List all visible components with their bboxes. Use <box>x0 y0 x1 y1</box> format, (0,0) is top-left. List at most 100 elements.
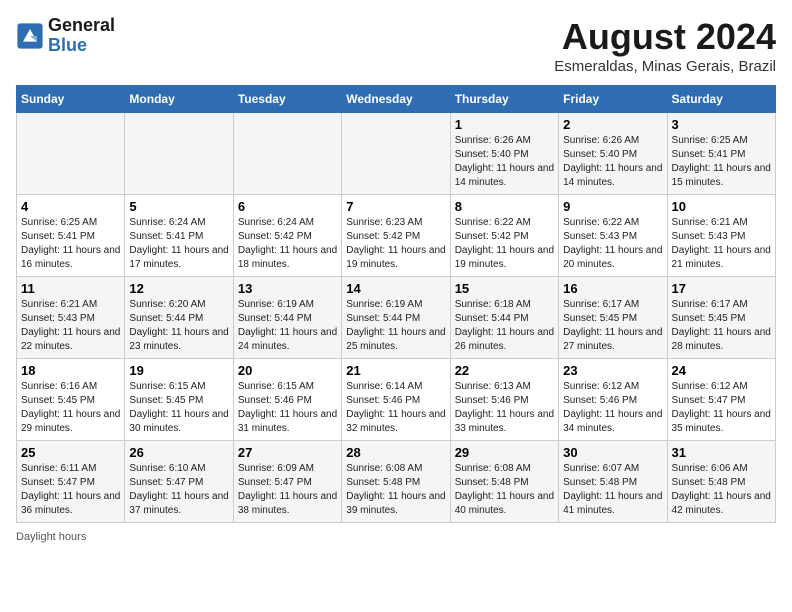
calendar-cell: 22 Sunrise: 6:13 AMSunset: 5:46 PMDayligh… <box>450 359 558 441</box>
day-info: Sunrise: 6:24 AMSunset: 5:41 PMDaylight:… <box>129 216 228 272</box>
day-number: 9 <box>563 199 662 214</box>
header-cell-saturday: Saturday <box>667 86 775 113</box>
calendar-cell <box>17 113 125 195</box>
calendar-cell: 8 Sunrise: 6:22 AMSunset: 5:42 PMDaylight… <box>450 195 558 277</box>
header-row: SundayMondayTuesdayWednesdayThursdayFrid… <box>17 86 776 113</box>
header-cell-tuesday: Tuesday <box>233 86 341 113</box>
calendar-cell: 30Sunrise: 6:07 AMSunset: 5:48 PMDayligh… <box>559 441 667 523</box>
calendar-cell: 24 Sunrise: 6:12 AMSunset: 5:47 PMDayligh… <box>667 359 775 441</box>
calendar-cell: 21 Sunrise: 6:14 AMSunset: 5:46 PMDayligh… <box>342 359 450 441</box>
day-number: 31 <box>672 445 771 460</box>
calendar-cell: 15 Sunrise: 6:18 AMSunset: 5:44 PMDayligh… <box>450 277 558 359</box>
calendar-cell: 19Sunrise: 6:15 AMSunset: 5:45 PMDayligh… <box>125 359 233 441</box>
calendar-cell: 7Sunrise: 6:23 AMSunset: 5:42 PMDaylight… <box>342 195 450 277</box>
calendar-cell <box>233 113 341 195</box>
logo-icon <box>16 22 44 50</box>
calendar-week-0: 1 Sunrise: 6:26 AMSunset: 5:40 PMDaylight… <box>17 113 776 195</box>
day-info: Sunrise: 6:11 AMSunset: 5:47 PMDaylight:… <box>21 462 120 518</box>
day-number: 1 <box>455 117 554 132</box>
calendar-cell <box>125 113 233 195</box>
title-area: August 2024 Esmeraldas, Minas Gerais, Br… <box>554 16 776 75</box>
day-number: 11 <box>21 281 120 296</box>
day-number: 12 <box>129 281 228 296</box>
day-info: Sunrise: 6:16 AMSunset: 5:45 PMDaylight:… <box>21 380 120 436</box>
calendar-header: SundayMondayTuesdayWednesdayThursdayFrid… <box>17 86 776 113</box>
day-number: 29 <box>455 445 554 460</box>
day-info: Sunrise: 6:17 AMSunset: 5:45 PMDaylight:… <box>672 298 771 354</box>
header: General Blue August 2024 Esmeraldas, Min… <box>16 16 776 75</box>
day-number: 15 <box>455 281 554 296</box>
day-number: 21 <box>346 363 445 378</box>
logo-text: General Blue <box>48 16 115 56</box>
day-info: Sunrise: 6:19 AMSunset: 5:44 PMDaylight:… <box>346 298 445 354</box>
header-cell-thursday: Thursday <box>450 86 558 113</box>
calendar-cell: 10Sunrise: 6:21 AMSunset: 5:43 PMDayligh… <box>667 195 775 277</box>
calendar-cell: 4Sunrise: 6:25 AMSunset: 5:41 PMDaylight… <box>17 195 125 277</box>
day-number: 30 <box>563 445 662 460</box>
day-number: 3 <box>672 117 771 132</box>
header-cell-monday: Monday <box>125 86 233 113</box>
day-info: Sunrise: 6:12 AMSunset: 5:47 PMDaylight:… <box>672 380 771 436</box>
day-info: Sunrise: 6:22 AMSunset: 5:42 PMDaylight:… <box>455 216 554 272</box>
day-info: Sunrise: 6:20 AMSunset: 5:44 PMDaylight:… <box>129 298 228 354</box>
day-number: 18 <box>21 363 120 378</box>
calendar-cell: 31Sunrise: 6:06 AMSunset: 5:48 PMDayligh… <box>667 441 775 523</box>
day-info: Sunrise: 6:19 AMSunset: 5:44 PMDaylight:… <box>238 298 337 354</box>
day-info: Sunrise: 6:26 AMSunset: 5:40 PMDaylight:… <box>455 134 554 190</box>
day-info: Sunrise: 6:14 AMSunset: 5:46 PMDaylight:… <box>346 380 445 436</box>
day-number: 13 <box>238 281 337 296</box>
day-number: 5 <box>129 199 228 214</box>
calendar-cell: 25 Sunrise: 6:11 AMSunset: 5:47 PMDayligh… <box>17 441 125 523</box>
calendar-cell: 12 Sunrise: 6:20 AMSunset: 5:44 PMDayligh… <box>125 277 233 359</box>
day-info: Sunrise: 6:09 AMSunset: 5:47 PMDaylight:… <box>238 462 337 518</box>
day-number: 2 <box>563 117 662 132</box>
day-number: 27 <box>238 445 337 460</box>
day-info: Sunrise: 6:21 AMSunset: 5:43 PMDaylight:… <box>21 298 120 354</box>
calendar-cell: 2Sunrise: 6:26 AMSunset: 5:40 PMDaylight… <box>559 113 667 195</box>
calendar-cell: 5 Sunrise: 6:24 AMSunset: 5:41 PMDaylight… <box>125 195 233 277</box>
calendar-cell: 18 Sunrise: 6:16 AMSunset: 5:45 PMDayligh… <box>17 359 125 441</box>
header-cell-friday: Friday <box>559 86 667 113</box>
calendar-cell <box>342 113 450 195</box>
calendar-cell: 6 Sunrise: 6:24 AMSunset: 5:42 PMDaylight… <box>233 195 341 277</box>
day-number: 14 <box>346 281 445 296</box>
day-info: Sunrise: 6:23 AMSunset: 5:42 PMDaylight:… <box>346 216 445 272</box>
day-info: Sunrise: 6:13 AMSunset: 5:46 PMDaylight:… <box>455 380 554 436</box>
header-cell-wednesday: Wednesday <box>342 86 450 113</box>
calendar-cell: 9Sunrise: 6:22 AMSunset: 5:43 PMDaylight… <box>559 195 667 277</box>
day-number: 23 <box>563 363 662 378</box>
day-number: 25 <box>21 445 120 460</box>
calendar-cell: 23Sunrise: 6:12 AMSunset: 5:46 PMDayligh… <box>559 359 667 441</box>
calendar-cell: 16Sunrise: 6:17 AMSunset: 5:45 PMDayligh… <box>559 277 667 359</box>
day-info: Sunrise: 6:25 AMSunset: 5:41 PMDaylight:… <box>21 216 120 272</box>
calendar-cell: 3 Sunrise: 6:25 AMSunset: 5:41 PMDaylight… <box>667 113 775 195</box>
footer-note: Daylight hours <box>16 531 776 543</box>
day-number: 24 <box>672 363 771 378</box>
day-info: Sunrise: 6:08 AMSunset: 5:48 PMDaylight:… <box>455 462 554 518</box>
calendar-cell: 13 Sunrise: 6:19 AMSunset: 5:44 PMDayligh… <box>233 277 341 359</box>
day-info: Sunrise: 6:18 AMSunset: 5:44 PMDaylight:… <box>455 298 554 354</box>
calendar-week-1: 4Sunrise: 6:25 AMSunset: 5:41 PMDaylight… <box>17 195 776 277</box>
day-info: Sunrise: 6:17 AMSunset: 5:45 PMDaylight:… <box>563 298 662 354</box>
day-info: Sunrise: 6:15 AMSunset: 5:46 PMDaylight:… <box>238 380 337 436</box>
calendar-cell: 17Sunrise: 6:17 AMSunset: 5:45 PMDayligh… <box>667 277 775 359</box>
day-info: Sunrise: 6:25 AMSunset: 5:41 PMDaylight:… <box>672 134 771 190</box>
calendar-cell: 26Sunrise: 6:10 AMSunset: 5:47 PMDayligh… <box>125 441 233 523</box>
logo: General Blue <box>16 16 115 56</box>
calendar-cell: 14 Sunrise: 6:19 AMSunset: 5:44 PMDayligh… <box>342 277 450 359</box>
calendar-cell: 1 Sunrise: 6:26 AMSunset: 5:40 PMDaylight… <box>450 113 558 195</box>
header-cell-sunday: Sunday <box>17 86 125 113</box>
day-number: 8 <box>455 199 554 214</box>
day-number: 28 <box>346 445 445 460</box>
calendar-week-2: 11 Sunrise: 6:21 AMSunset: 5:43 PMDayligh… <box>17 277 776 359</box>
calendar-body: 1 Sunrise: 6:26 AMSunset: 5:40 PMDaylight… <box>17 113 776 523</box>
calendar-cell: 29 Sunrise: 6:08 AMSunset: 5:48 PMDayligh… <box>450 441 558 523</box>
day-number: 6 <box>238 199 337 214</box>
calendar-week-3: 18 Sunrise: 6:16 AMSunset: 5:45 PMDayligh… <box>17 359 776 441</box>
day-number: 22 <box>455 363 554 378</box>
calendar-cell: 11 Sunrise: 6:21 AMSunset: 5:43 PMDayligh… <box>17 277 125 359</box>
day-number: 20 <box>238 363 337 378</box>
day-number: 19 <box>129 363 228 378</box>
day-info: Sunrise: 6:24 AMSunset: 5:42 PMDaylight:… <box>238 216 337 272</box>
calendar-cell: 20 Sunrise: 6:15 AMSunset: 5:46 PMDayligh… <box>233 359 341 441</box>
